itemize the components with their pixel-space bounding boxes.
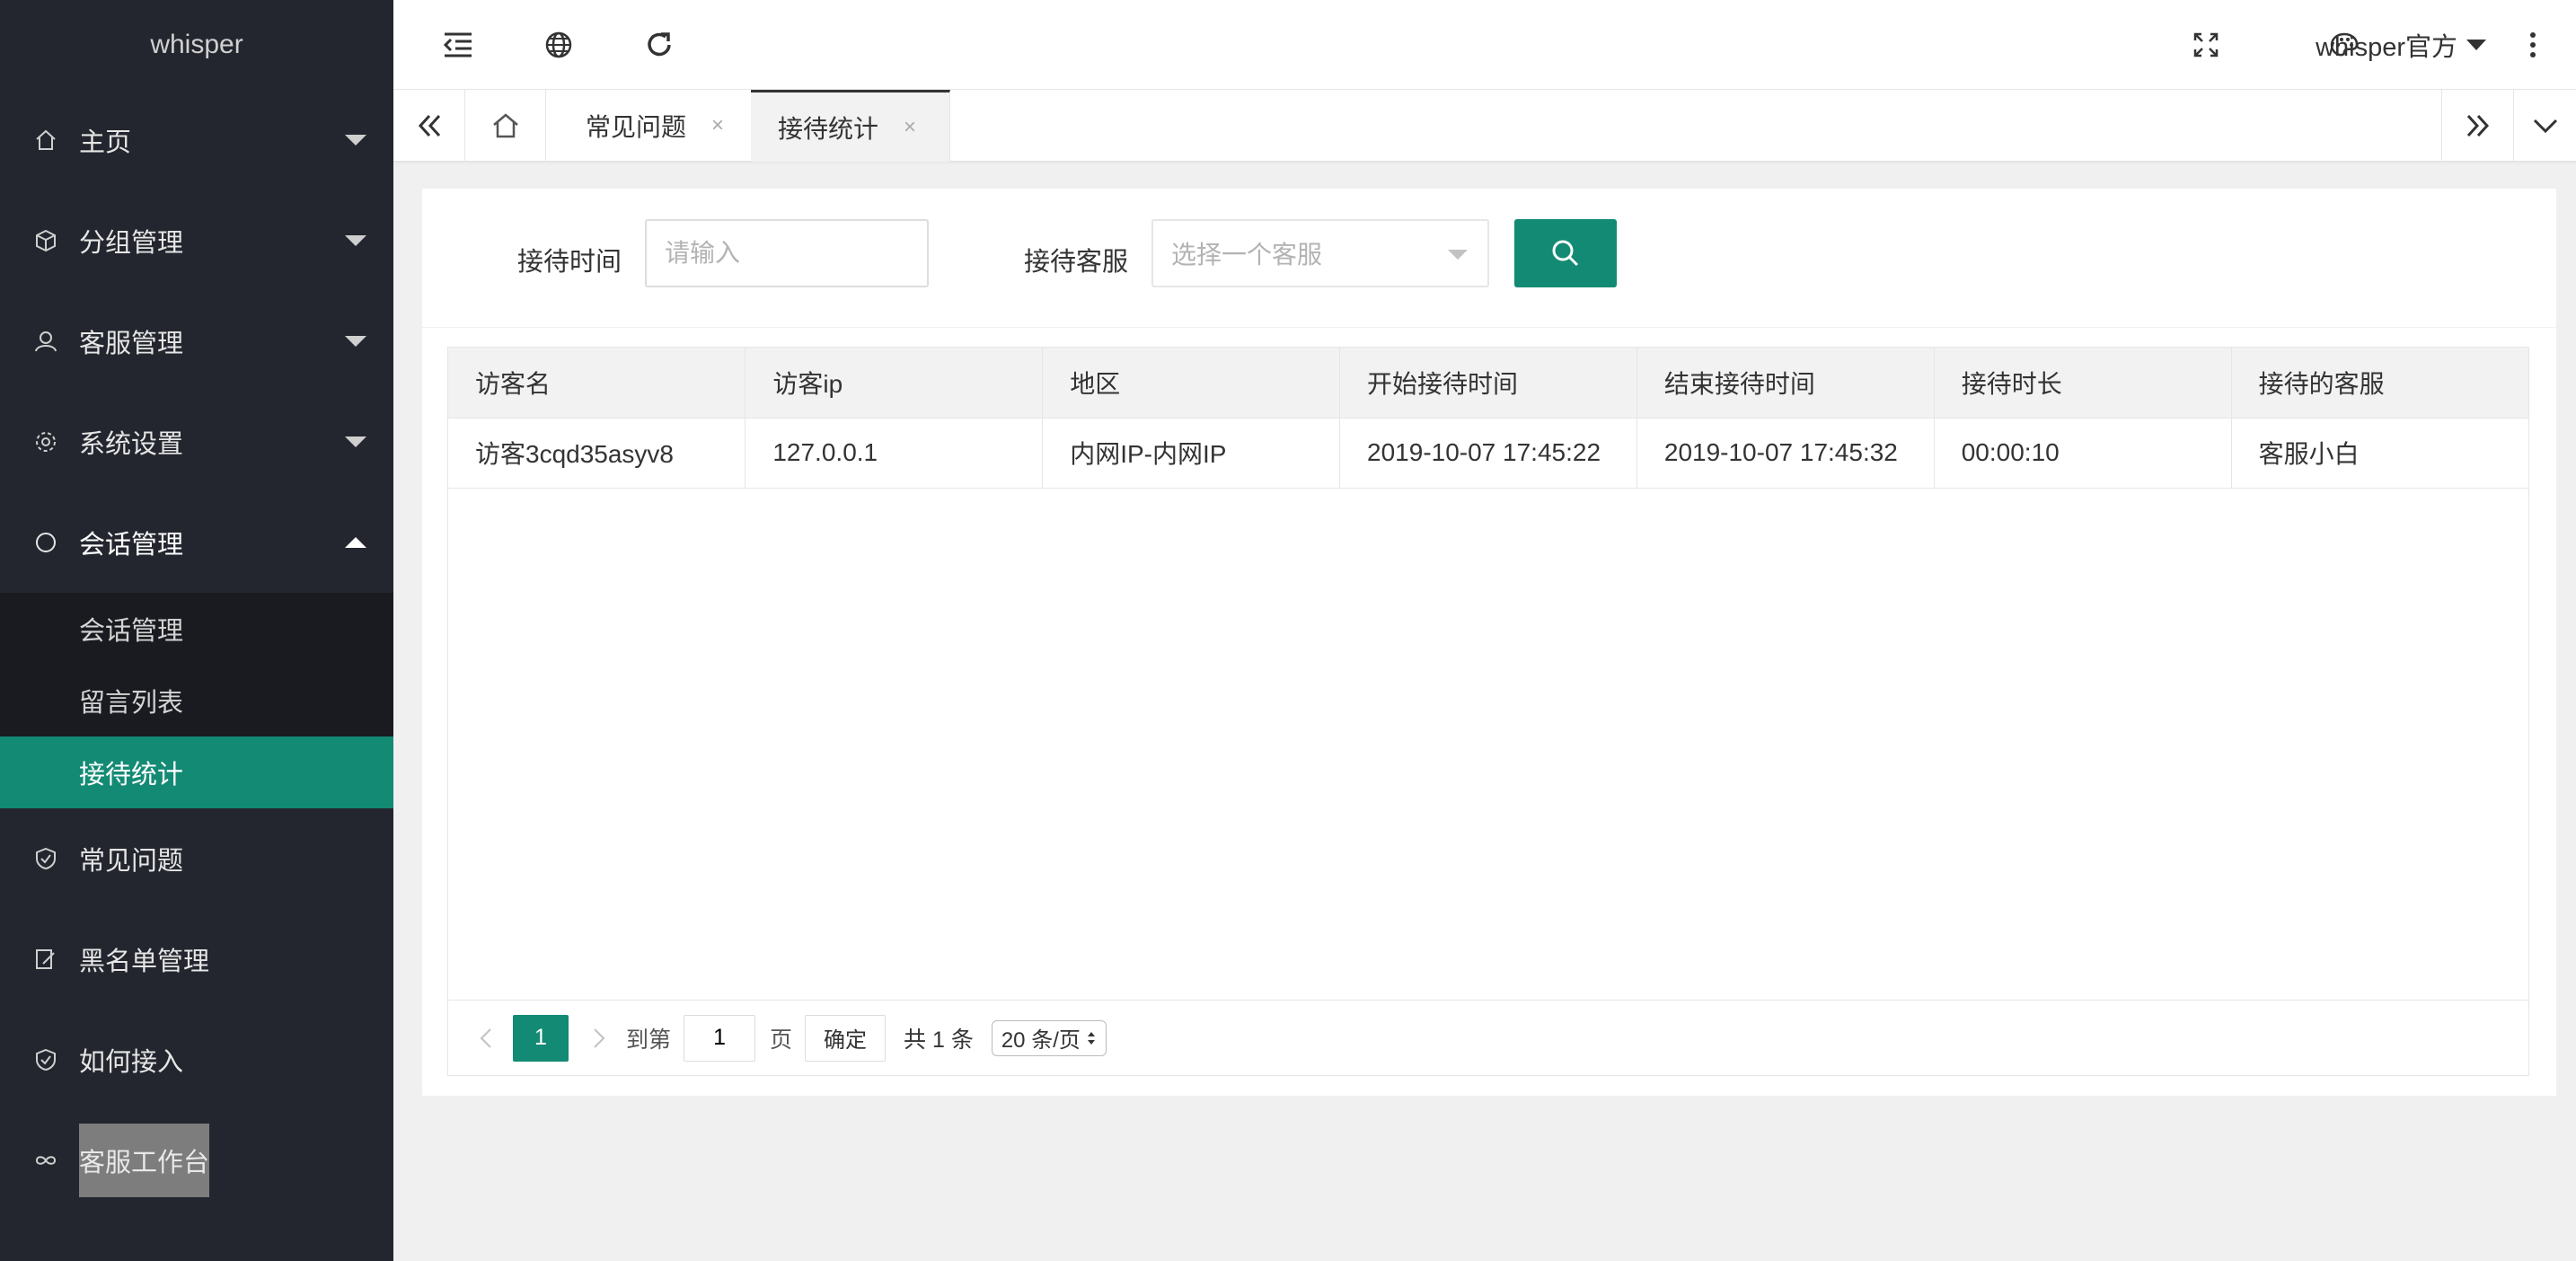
table-cell: 2019-10-07 17:45:32	[1636, 418, 1935, 489]
sidebar-subitem-messages[interactable]: 留言列表	[0, 665, 393, 736]
sidebar-subnav-sessions: 会话管理 留言列表 接待统计	[0, 593, 393, 808]
user-menu[interactable]: whisper官方	[2316, 27, 2486, 63]
sidebar-item-label: 客服工作台	[79, 1124, 210, 1197]
user-icon	[32, 328, 59, 355]
sidebar-item-label: 会话管理	[79, 531, 184, 560]
home-icon	[492, 113, 518, 138]
column-header[interactable]: 地区	[1042, 348, 1341, 419]
sidebar-item-sessions[interactable]: 会话管理	[0, 492, 393, 593]
more-vertical-icon[interactable]	[2515, 27, 2551, 63]
reception-table: 访客名 访客ip 地区 开始接待时间 结束接待时间 接待时长 接待的客服 访客3…	[447, 347, 2529, 1076]
sidebar-item-groups[interactable]: 分组管理	[0, 190, 393, 291]
table-cell: 访客3cqd35asyv8	[448, 418, 746, 489]
close-icon[interactable]: ×	[711, 113, 724, 138]
sidebar-item-label: 常见问题	[79, 847, 184, 876]
user-name: whisper官方	[2316, 33, 2457, 62]
updown-icon	[1087, 1031, 1095, 1045]
sidebar-item-label: 系统设置	[79, 430, 184, 459]
chat-icon	[32, 529, 59, 556]
tab-label: 常见问题	[586, 113, 687, 141]
filter-bar: 接待时间 接待客服 选择一个客服	[422, 189, 2556, 328]
page-label: 页	[770, 1027, 793, 1053]
sidebar-item-blacklist[interactable]: 黑名单管理	[0, 909, 393, 1010]
pagination: 1 到第 页 确定 共 1 条 20 条/页	[448, 1000, 2528, 1075]
table-cell: 2019-10-07 17:45:22	[1339, 418, 1637, 489]
search-button[interactable]	[1514, 219, 1617, 287]
chevron-down-icon	[345, 135, 366, 146]
service-select-placeholder: 选择一个客服	[1171, 241, 1323, 269]
column-header[interactable]: 接待时长	[1934, 348, 2232, 419]
app-logo: whisper	[150, 30, 243, 59]
page-current[interactable]: 1	[513, 1014, 569, 1062]
prev-page-icon[interactable]	[475, 1027, 497, 1049]
service-select[interactable]: 选择一个客服	[1151, 219, 1489, 287]
tab-bar: 常见问题 × 接待统计 ×	[393, 90, 2576, 162]
cube-icon	[32, 227, 59, 254]
tab-label: 接待统计	[778, 114, 879, 143]
sidebar-item-label: 分组管理	[79, 229, 184, 258]
table-cell: 127.0.0.1	[745, 418, 1044, 489]
total-count: 共 1 条	[904, 1027, 974, 1053]
tabs-menu-chevron-down-icon[interactable]	[2513, 90, 2576, 162]
edit-icon	[32, 946, 59, 973]
table-cell: 客服小白	[2231, 418, 2528, 489]
chevron-down-icon	[345, 436, 366, 447]
sidebar-subitem-reception-stats[interactable]: 接待统计	[0, 736, 393, 808]
refresh-icon[interactable]	[641, 27, 677, 63]
table-row[interactable]: 访客3cqd35asyv8 127.0.0.1 内网IP-内网IP 2019-1…	[448, 418, 2528, 489]
page-size-select[interactable]: 20 条/页	[991, 1019, 1107, 1056]
goto-label: 到第	[626, 1027, 672, 1053]
tabs-scroll-left-icon[interactable]	[393, 90, 465, 162]
column-header[interactable]: 开始接待时间	[1339, 348, 1637, 419]
main-card: 接待时间 接待客服 选择一个客服 访客名 访客ip 地区 开始接待时间 结束接待…	[422, 189, 2556, 1096]
caret-down-icon	[2466, 40, 2486, 50]
sidebar-item-workbench[interactable]: 客服工作台	[0, 1110, 393, 1211]
top-header: whisper官方	[393, 0, 2576, 90]
caret-down-icon	[1448, 250, 1468, 260]
close-icon[interactable]: ×	[904, 115, 916, 140]
chevron-up-icon	[345, 537, 366, 548]
service-label: 接待客服	[1024, 248, 1129, 277]
table-cell: 00:00:10	[1934, 418, 2232, 489]
fullscreen-icon[interactable]	[2188, 27, 2224, 63]
sidebar-item-label: 黑名单管理	[79, 948, 210, 976]
column-header[interactable]: 访客ip	[745, 348, 1044, 419]
column-header[interactable]: 访客名	[448, 348, 746, 419]
sidebar: whisper 主页 分组管理 客服管理 系统设置 会话管理 会话管理 留言列表…	[0, 0, 393, 1261]
sidebar-item-service-agents[interactable]: 客服管理	[0, 291, 393, 392]
goto-confirm-button[interactable]: 确定	[805, 1014, 887, 1062]
page-size-value: 20 条/页	[1001, 1028, 1081, 1053]
sidebar-subitem-sessions[interactable]: 会话管理	[0, 593, 393, 665]
tab-faq[interactable]: 常见问题 ×	[546, 90, 753, 162]
sidebar-item-how-to-integrate[interactable]: 如何接入	[0, 1010, 393, 1110]
globe-icon[interactable]	[541, 27, 577, 63]
gear-icon	[32, 428, 59, 455]
shield-icon	[32, 845, 59, 872]
chevron-down-icon	[345, 336, 366, 347]
sidebar-item-faq[interactable]: 常见问题	[0, 808, 393, 909]
menu-collapse-icon[interactable]	[440, 27, 476, 63]
tabs-scroll-right-icon[interactable]	[2441, 90, 2513, 162]
search-icon	[1552, 240, 1579, 267]
home-icon	[32, 127, 59, 154]
table-cell: 内网IP-内网IP	[1042, 418, 1341, 489]
shield-icon	[32, 1046, 59, 1073]
sidebar-item-system-settings[interactable]: 系统设置	[0, 392, 393, 492]
next-page-icon[interactable]	[588, 1027, 610, 1049]
tab-home[interactable]	[465, 90, 546, 162]
tab-reception-stats[interactable]: 接待统计 ×	[751, 90, 950, 162]
link-icon	[32, 1147, 59, 1174]
chevron-down-icon	[345, 235, 366, 246]
time-input[interactable]	[645, 219, 929, 287]
sidebar-item-home[interactable]: 主页	[0, 90, 393, 190]
sidebar-item-label: 客服管理	[79, 330, 184, 358]
sidebar-item-label: 主页	[79, 128, 132, 157]
table-header-row: 访客名 访客ip 地区 开始接待时间 结束接待时间 接待时长 接待的客服	[448, 348, 2528, 419]
sidebar-item-label: 如何接入	[79, 1048, 184, 1077]
goto-page-input[interactable]	[684, 1014, 756, 1062]
column-header[interactable]: 接待的客服	[2231, 348, 2528, 419]
time-label: 接待时间	[517, 248, 622, 277]
column-header[interactable]: 结束接待时间	[1636, 348, 1935, 419]
